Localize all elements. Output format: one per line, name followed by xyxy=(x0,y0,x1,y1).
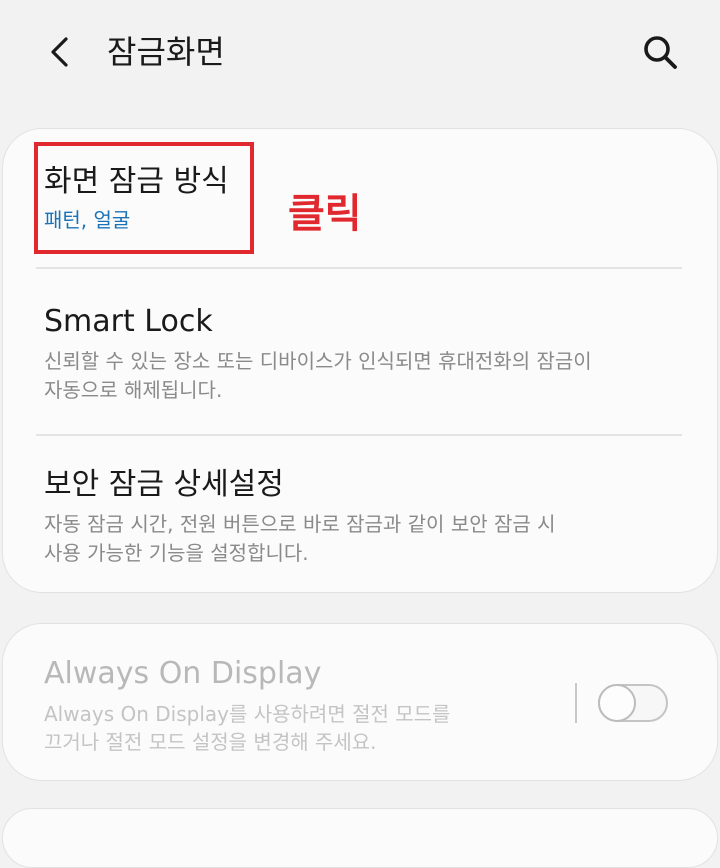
secure-lock-settings-title: 보안 잠금 상세설정 xyxy=(44,467,284,502)
divider xyxy=(36,434,682,436)
always-on-display-toggle[interactable] xyxy=(598,684,668,722)
secure-lock-settings-item[interactable]: 보안 잠금 상세설정 자동 잠금 시간, 전원 버튼으로 바로 잠금과 같이 보… xyxy=(0,437,716,592)
search-icon xyxy=(644,36,677,69)
secure-lock-settings-description-line2: 사용 가능한 기능을 설정합니다. xyxy=(44,541,309,565)
chevron-left-icon xyxy=(51,37,68,67)
click-annotation: 클릭 xyxy=(288,191,362,237)
next-settings-card xyxy=(2,808,718,868)
page-title: 잠금화면 xyxy=(107,33,225,71)
toggle-knob xyxy=(598,684,636,722)
smart-lock-item[interactable]: Smart Lock 신뢰할 수 있는 장소 또는 디바이스가 인식되면 휴대전… xyxy=(0,270,716,435)
smart-lock-title: Smart Lock xyxy=(44,304,213,339)
secure-lock-settings-description-line1: 자동 잠금 시간, 전원 버튼으로 바로 잠금과 같이 보안 잠금 시 xyxy=(44,512,556,536)
divider xyxy=(36,267,682,269)
smart-lock-description-line1: 신뢰할 수 있는 장소 또는 디바이스가 인식되면 휴대전화의 잠금이 xyxy=(44,349,592,373)
toggle-separator xyxy=(575,683,577,723)
highlight-box xyxy=(34,142,254,254)
always-on-display-description-line2: 끄거나 절전 모드 설정을 변경해 주세요. xyxy=(44,730,377,754)
smart-lock-description-line2: 자동으로 해제됩니다. xyxy=(44,378,223,402)
app-bar: 잠금화면 xyxy=(0,0,720,105)
always-on-display-title: Always On Display xyxy=(44,656,322,691)
back-button[interactable] xyxy=(40,32,80,72)
search-button[interactable] xyxy=(638,30,682,74)
